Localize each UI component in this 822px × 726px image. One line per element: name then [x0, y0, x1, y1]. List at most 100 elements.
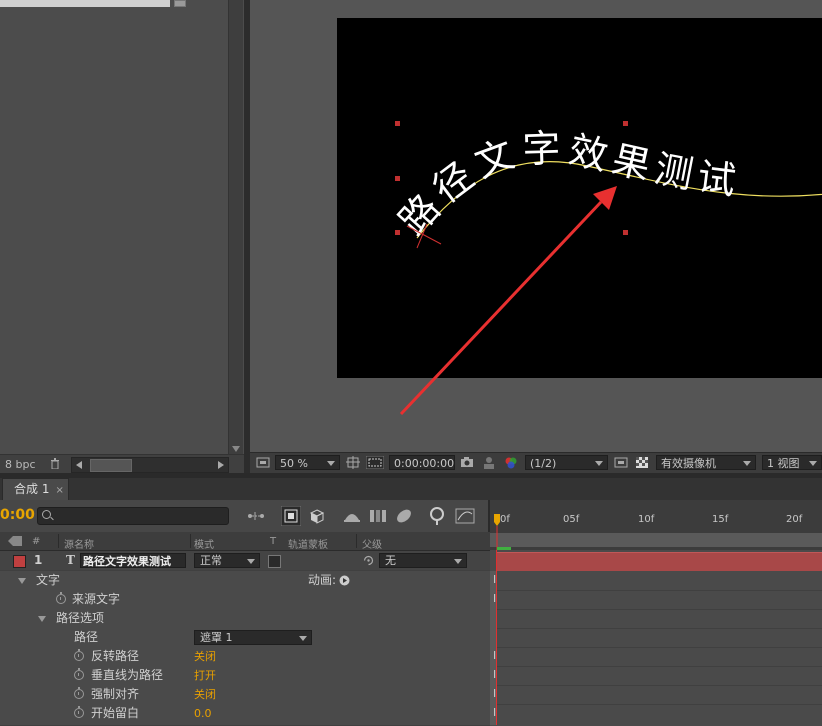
views-dropdown[interactable]: 1 视图: [762, 455, 822, 470]
current-time-display[interactable]: 0:00:00:00: [389, 455, 455, 470]
rgb-channels-icon[interactable]: [504, 456, 518, 469]
show-snapshot-icon[interactable]: [482, 456, 496, 469]
search-icon: [42, 510, 51, 519]
chevron-down-icon: [454, 559, 462, 564]
zoom-dropdown[interactable]: 50 %: [275, 455, 340, 470]
resolution-value: (1/2): [530, 457, 557, 470]
stopwatch-icon[interactable]: [74, 668, 84, 680]
property-label: 垂直线为路径: [91, 668, 164, 682]
frame-blending-icon[interactable]: [368, 506, 388, 526]
tab-label: 合成 1: [14, 482, 50, 496]
preserve-transparency-checkbox[interactable]: [268, 555, 281, 568]
expand-triangle-icon[interactable]: [38, 616, 46, 622]
camera-snapshot-icon[interactable]: [460, 456, 474, 469]
transparency-grid-icon[interactable]: [635, 456, 649, 469]
mask-path-dropdown[interactable]: 遮罩 1: [194, 630, 312, 645]
project-horizontal-scrollbar[interactable]: [71, 457, 229, 473]
work-area-bar[interactable]: [490, 533, 822, 547]
chevron-down-icon: [299, 636, 307, 641]
property-group-path-options[interactable]: 路径选项: [0, 609, 490, 629]
tick-label: 15f: [712, 514, 729, 525]
region-of-interest-icon[interactable]: [614, 456, 628, 469]
bbox-handle[interactable]: [395, 121, 400, 126]
col-source-name[interactable]: 源名称: [64, 536, 94, 551]
property-label: 路径: [74, 630, 99, 644]
property-first-margin[interactable]: 开始留白 0.0: [0, 704, 490, 726]
render-cache-indicator: [497, 547, 511, 550]
safe-zones-icon[interactable]: [346, 456, 360, 469]
layer-row[interactable]: 1 T 路径文字效果测试 正常 无: [0, 551, 490, 571]
stopwatch-icon[interactable]: [56, 592, 66, 604]
chevron-down-icon: [595, 461, 603, 466]
col-t: T: [270, 536, 277, 547]
mask-path-value: 遮罩 1: [200, 631, 233, 644]
timeline-tab-bar: 合成 1 ×: [0, 478, 822, 500]
tick-label: 05f: [563, 514, 580, 525]
property-reverse-path[interactable]: 反转路径 关闭: [0, 647, 490, 667]
layer-name[interactable]: 路径文字效果测试: [80, 553, 186, 568]
property-value[interactable]: 打开: [194, 666, 216, 685]
draft-3d-icon[interactable]: [307, 506, 327, 526]
property-group-text[interactable]: 文字 动画:: [0, 571, 490, 591]
composition-mini-flowchart-icon[interactable]: [246, 506, 266, 526]
property-source-text[interactable]: 来源文字: [0, 590, 490, 610]
resolution-dropdown[interactable]: (1/2): [525, 455, 608, 470]
property-label: 路径选项: [56, 611, 105, 625]
property-value[interactable]: 0.0: [194, 704, 212, 723]
scrollbar-thumb[interactable]: [90, 459, 132, 472]
blend-mode-value: 正常: [200, 554, 222, 567]
timeline-track-area[interactable]: [490, 550, 822, 725]
current-time-indicator-value[interactable]: 0:00: [0, 507, 35, 523]
live-update-icon[interactable]: [281, 506, 301, 526]
bbox-handle[interactable]: [623, 121, 628, 126]
label-tag-icon: [8, 536, 22, 546]
chevron-down-icon: [247, 559, 255, 564]
property-label: 文字: [36, 573, 61, 587]
property-path[interactable]: 路径 遮罩 1: [0, 628, 490, 648]
stopwatch-icon[interactable]: [74, 687, 84, 699]
chevron-down-icon: [743, 461, 751, 466]
layer-duration-bar[interactable]: [497, 552, 822, 571]
property-value[interactable]: 关闭: [194, 647, 216, 666]
scroll-down-arrow-icon[interactable]: [232, 446, 240, 452]
trash-icon[interactable]: [50, 458, 60, 469]
pick-whip-icon[interactable]: [362, 554, 375, 567]
chevron-down-icon: [809, 461, 817, 466]
layer-column-header: # 源名称 模式 T 轨道蒙板 父级: [0, 532, 490, 551]
animate-play-icon[interactable]: [339, 575, 350, 586]
always-preview-icon[interactable]: [256, 456, 270, 469]
motion-blur-icon[interactable]: [394, 506, 414, 526]
bit-depth-button[interactable]: 8 bpc: [5, 458, 36, 471]
animate-menu-label[interactable]: 动画:: [308, 571, 336, 590]
stopwatch-icon[interactable]: [74, 649, 84, 661]
graph-editor-icon[interactable]: [455, 506, 475, 526]
close-icon[interactable]: ×: [55, 485, 63, 496]
current-time-line: [496, 550, 497, 725]
expand-triangle-icon[interactable]: [18, 578, 26, 584]
property-perpendicular-to-path[interactable]: 垂直线为路径 打开: [0, 666, 490, 686]
layer-search-input[interactable]: [37, 507, 229, 525]
tab-composition-1[interactable]: 合成 1 ×: [2, 478, 69, 500]
hide-shy-layers-icon[interactable]: [342, 506, 362, 526]
layer-number: 1: [34, 553, 43, 567]
property-label: 反转路径: [91, 649, 140, 663]
annotation-arrow-icon: [399, 186, 617, 416]
project-list-handle[interactable]: [174, 0, 186, 7]
scroll-right-arrow-icon[interactable]: [218, 461, 224, 469]
parent-dropdown[interactable]: 无: [379, 553, 467, 568]
stopwatch-icon[interactable]: [74, 706, 84, 718]
camera-value: 有效摄像机: [661, 457, 716, 470]
layer-label-color[interactable]: [13, 555, 26, 568]
brainstorm-icon[interactable]: [428, 506, 448, 526]
col-parent: 父级: [362, 540, 382, 551]
views-value: 1 视图: [767, 457, 800, 470]
viewer-toolbar: 50 % 0:00:00:00 (1/2) 有效摄像机 1 视图: [250, 452, 822, 473]
camera-dropdown[interactable]: 有效摄像机: [656, 455, 756, 470]
scroll-left-arrow-icon[interactable]: [76, 461, 82, 469]
property-label: 来源文字: [72, 592, 121, 606]
property-value[interactable]: 关闭: [194, 685, 216, 704]
project-vertical-scrollbar[interactable]: [228, 0, 243, 454]
blend-mode-dropdown[interactable]: 正常: [194, 553, 260, 568]
property-force-alignment[interactable]: 强制对齐 关闭: [0, 685, 490, 705]
mask-visibility-icon[interactable]: [366, 456, 384, 469]
